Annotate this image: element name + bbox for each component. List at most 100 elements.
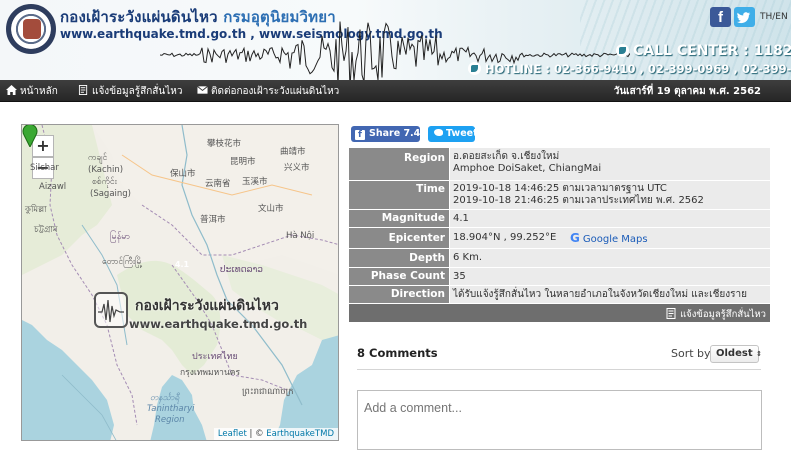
- map-label-cambodia: ព្រះរាជាណាចក្រ: [242, 387, 294, 397]
- map-label-hanoi: Hà Nội: [286, 231, 315, 241]
- sort-by-label: Sort by: [671, 347, 711, 360]
- info-value: 6 Km.: [450, 249, 770, 267]
- map-label-chittagong: চট্টগ্রাম: [34, 225, 58, 235]
- sort-arrows-icon: ⇕: [756, 350, 762, 358]
- phone-icon: [468, 62, 481, 75]
- site-header: กองเฝ้าระวังแผ่นดินไหว กรมอุตุนิยมวิทยา …: [0, 0, 791, 80]
- form-icon: [666, 308, 676, 319]
- attrib-separator: | ©: [246, 429, 267, 439]
- info-label: Depth: [349, 249, 449, 267]
- info-value: 18.904°N , 99.252°E G Google Maps: [450, 228, 770, 248]
- time-utc: 2019-10-18 14:46:25 ตามเวลามาตรฐาน UTC: [453, 183, 667, 194]
- comment-input[interactable]: [357, 390, 762, 450]
- info-row-time: Time 2019-10-18 14:46:25 ตามเวลามาตรฐาน …: [349, 181, 770, 209]
- map-watermark-title: กองเฝ้าระวังแผ่นดินไหว: [135, 298, 279, 314]
- map-label-qujing: 曲靖市: [280, 147, 306, 157]
- map-label-thailand: ประเทศไทย: [192, 352, 238, 362]
- comments-count: 8 Comments: [357, 346, 438, 360]
- map-label-silchar: Silchar: [30, 163, 59, 173]
- twitter-icon: [434, 129, 443, 136]
- map-label-kumilla: কুমিল্লা: [25, 205, 47, 215]
- hotline-text: HOTLINE : 02-366-9410 , 02-399-0969 , 02…: [485, 62, 791, 76]
- map-label-taunggyi: တောင်ကြီးမြို့: [102, 257, 143, 267]
- map-label-panzhihua: 攀枝花市: [207, 139, 242, 149]
- map-label-kachin-en: (Kachin): [88, 165, 124, 175]
- info-value: 2019-10-18 14:46:25 ตามเวลามาตรฐาน UTC 2…: [450, 181, 770, 209]
- region-english: Amphoe DoiSaket, ChiangMai: [453, 163, 602, 174]
- map-label-kunming: 昆明市: [230, 157, 256, 167]
- facebook-share-label: Share 7.4K: [369, 128, 428, 139]
- map-label-sagaing: စစ်ကိုင်း: [92, 177, 117, 187]
- info-label: Time: [349, 181, 449, 209]
- map-label-myanmar: မြန်မာ: [110, 232, 131, 242]
- epicenter-coords: 18.904°N , 99.252°E: [453, 232, 557, 243]
- map-label-tanintharyi-en: Tanintharyi: [147, 404, 195, 414]
- nav-item-label: หน้าหลัก: [20, 86, 58, 97]
- facebook-icon: f: [355, 130, 365, 140]
- time-local: 2019-10-18 21:46:25 ตามเวลาประเทศไทย พ.ศ…: [453, 195, 704, 206]
- google-maps-link[interactable]: G Google Maps: [570, 228, 648, 250]
- map-label-xingyi: 兴义市: [284, 163, 310, 173]
- map-label-region: Region: [155, 415, 185, 425]
- info-value: 35: [450, 268, 770, 285]
- info-value: 4.1: [450, 210, 770, 227]
- sort-select-value: Oldest: [716, 348, 753, 359]
- map-label-aizawl: Aizawl: [39, 182, 67, 192]
- report-bar: แจ้งข้อมูลรู้สึกสั่นไหว: [349, 304, 770, 322]
- info-label: Epicenter: [349, 228, 449, 248]
- epicenter-marker-icon[interactable]: [22, 125, 38, 147]
- marker-magnitude-label: 4.1: [174, 260, 190, 269]
- call-center-text: CALL CENTER : 1182: [633, 43, 791, 59]
- info-row-direction: Direction ได้รับแจ้งรู้สึกสั่นไหว ในหลาย…: [349, 286, 770, 303]
- watermark-logo-icon: [94, 292, 128, 328]
- map-attribution: Leaflet | © EarthquakeTMD: [213, 428, 338, 440]
- report-felt-label: แจ้งข้อมูลรู้สึกสั่นไหว: [680, 309, 766, 320]
- info-label: Phase Count: [349, 268, 449, 285]
- map-label-kachin: ကချင်: [88, 153, 108, 163]
- comments-divider: [357, 369, 761, 370]
- region-thai: อ.ดอยสะเก็ด จ.เชียงใหม่: [453, 151, 560, 162]
- map-label-wenshan: 文山市: [258, 204, 284, 214]
- map-watermark-url: www.earthquake.tmd.go.th: [129, 317, 308, 331]
- twitter-icon[interactable]: [734, 7, 755, 27]
- nav-item-label: แจ้งข้อมูลรู้สึกสั่นไหว: [92, 86, 183, 97]
- info-label: Magnitude: [349, 210, 449, 227]
- info-row-region: Region อ.ดอยสะเก็ด จ.เชียงใหม่ Amphoe Do…: [349, 148, 770, 180]
- info-value: อ.ดอยสะเก็ด จ.เชียงใหม่ Amphoe DoiSaket,…: [450, 148, 770, 180]
- info-row-magnitude: Magnitude 4.1: [349, 210, 770, 227]
- tweet-label: Tweet: [446, 128, 478, 139]
- info-row-depth: Depth 6 Km.: [349, 249, 770, 267]
- form-icon: [78, 85, 88, 95]
- info-label: Direction: [349, 286, 449, 303]
- attrib-source-link[interactable]: EarthquakeTMD: [266, 429, 334, 439]
- nav-item-report[interactable]: แจ้งข้อมูลรู้สึกสั่นไหว: [78, 84, 182, 99]
- twitter-bird-icon: [737, 12, 751, 24]
- seal-emblem: [23, 19, 41, 39]
- info-label: Region: [349, 148, 449, 180]
- call-center: CALL CENTER : 1182: [616, 43, 791, 59]
- facebook-icon[interactable]: f: [710, 7, 731, 27]
- hotline: HOTLINE : 02-366-9410 , 02-399-0969 , 02…: [468, 62, 791, 76]
- nav-item-label: ติดต่อกองเฝ้าระวังแผ่นดินไหว: [211, 86, 340, 97]
- current-date: วันเสาร์ที่ 19 ตุลาคม พ.ศ. 2562: [613, 86, 761, 97]
- report-felt-button[interactable]: แจ้งข้อมูลรู้สึกสั่นไหว: [666, 307, 766, 322]
- info-row-phase-count: Phase Count 35: [349, 268, 770, 285]
- home-icon: [6, 85, 17, 95]
- leaflet-link[interactable]: Leaflet: [218, 429, 247, 439]
- mail-icon: [197, 85, 208, 94]
- sort-select[interactable]: Oldest ⇕: [710, 345, 762, 363]
- map-label-baoshan: 保山市: [170, 169, 196, 179]
- epicenter-map[interactable]: + − Silchar Aizawl ကချင် (Kachin) စစ်ကို…: [21, 124, 339, 441]
- phone-icon: [616, 44, 629, 57]
- facebook-share-button[interactable]: f Share 7.4K: [351, 126, 428, 142]
- language-toggle[interactable]: TH/EN: [760, 12, 788, 22]
- nav-bar: หน้าหลัก แจ้งข้อมูลรู้สึกสั่นไหว ติดต่อก…: [0, 80, 791, 102]
- nav-item-home[interactable]: หน้าหลัก: [6, 84, 58, 99]
- tweet-button[interactable]: Tweet: [428, 126, 478, 142]
- info-row-epicenter: Epicenter 18.904°N , 99.252°E G Google Ma…: [349, 228, 770, 248]
- page: กองเฝ้าระวังแผ่นดินไหว กรมอุตุนิยมวิทยา …: [0, 0, 791, 450]
- nav-item-contact[interactable]: ติดต่อกองเฝ้าระวังแผ่นดินไหว: [197, 84, 339, 99]
- tmd-seal-logo[interactable]: [6, 4, 56, 54]
- map-label-bangkok: กรุงเทพมหานคร: [180, 368, 241, 378]
- google-g-icon: G: [570, 231, 580, 245]
